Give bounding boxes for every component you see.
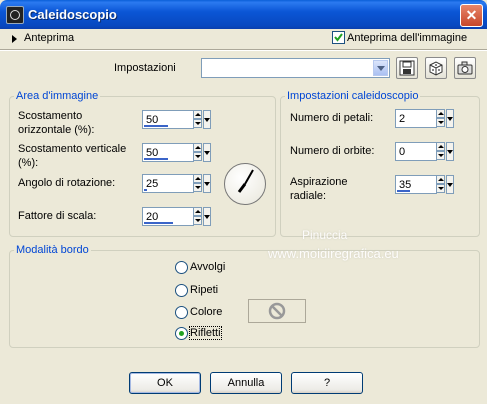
h-offset-label-line1: Scostamento (18, 110, 83, 122)
settings-label: Impostazioni (114, 62, 176, 74)
rotation-down-arrow-icon[interactable] (193, 183, 202, 192)
save-preset-button[interactable] (396, 57, 418, 79)
scale-spinner[interactable]: 20 (142, 207, 211, 226)
title-bar: Caleidoscopio ✕ (0, 0, 487, 29)
radio-avvolgi[interactable] (175, 261, 188, 274)
suction-label-line1: Aspirazione (290, 176, 348, 188)
suction-label-line2: radiale: (290, 190, 327, 202)
orbits-dropdown-icon[interactable] (446, 142, 454, 161)
scale-level-bar (144, 222, 173, 224)
preview-toggle-label[interactable]: Anteprima (24, 32, 74, 44)
watermark-line1: Pinuccia (302, 228, 348, 242)
suction-down-arrow-icon[interactable] (436, 184, 445, 193)
h-offset-dropdown-icon[interactable] (203, 110, 211, 129)
help-button[interactable]: ? (291, 372, 363, 394)
image-area-legend: Area d'immagine (16, 90, 99, 102)
border-mode-group: Modalità bordo (9, 244, 480, 348)
radio-rifletti[interactable] (175, 327, 188, 340)
dice-icon (429, 61, 443, 76)
v-offset-level-bar (144, 158, 168, 160)
radio-avvolgi-label[interactable]: Avvolgi (190, 261, 225, 273)
rotation-spinner[interactable]: 25 (142, 174, 211, 193)
no-color-icon (268, 302, 286, 320)
randomize-button[interactable] (425, 57, 447, 79)
suction-level-bar (397, 190, 410, 192)
h-offset-label-line2: orizzontale (%): (18, 124, 95, 136)
radio-colore[interactable] (175, 306, 188, 319)
rotation-up-arrow-icon[interactable] (193, 174, 202, 183)
border-mode-legend: Modalità bordo (16, 244, 89, 256)
orbits-spinner[interactable]: 0 (395, 142, 454, 161)
border-color-swatch[interactable] (248, 299, 306, 323)
petals-down-arrow-icon[interactable] (436, 118, 445, 127)
h-offset-level-bar (144, 125, 168, 127)
rotation-dial[interactable] (224, 163, 266, 205)
separator (0, 49, 487, 51)
checkmark-icon (334, 33, 343, 42)
petals-label: Numero di petali: (290, 112, 374, 124)
floppy-disk-icon (399, 60, 415, 76)
petals-spinner[interactable]: 2 (395, 109, 454, 128)
rotation-dropdown-icon[interactable] (203, 174, 211, 193)
window-title: Caleidoscopio (28, 7, 117, 22)
cancel-button[interactable]: Annulla (210, 372, 282, 394)
ok-button[interactable]: OK (129, 372, 201, 394)
petals-up-arrow-icon[interactable] (436, 109, 445, 118)
v-offset-up-arrow-icon[interactable] (193, 143, 202, 152)
scale-up-arrow-icon[interactable] (193, 207, 202, 216)
image-preview-checkbox[interactable] (332, 31, 345, 44)
radio-ripeti[interactable] (175, 284, 188, 297)
v-offset-dropdown-icon[interactable] (203, 143, 211, 162)
rotation-label: Angolo di rotazione: (18, 177, 116, 189)
scale-dropdown-icon[interactable] (203, 207, 211, 226)
rotation-level-bar (144, 189, 147, 191)
app-icon (6, 6, 24, 24)
expand-arrow-icon[interactable] (12, 35, 17, 43)
suction-up-arrow-icon[interactable] (436, 175, 445, 184)
orbits-down-arrow-icon[interactable] (436, 151, 445, 160)
v-offset-label-line1: Scostamento verticale (18, 143, 127, 155)
v-offset-down-arrow-icon[interactable] (193, 152, 202, 161)
settings-dropdown[interactable] (201, 58, 390, 78)
close-button[interactable]: ✕ (460, 4, 483, 27)
orbits-value: 0 (399, 146, 406, 158)
radio-rifletti-label[interactable]: Rifletti (189, 326, 222, 340)
load-preset-button[interactable] (454, 57, 476, 79)
scale-label: Fattore di scala: (18, 210, 97, 222)
dial-needle-icon (237, 169, 254, 193)
h-offset-up-arrow-icon[interactable] (193, 110, 202, 119)
chevron-down-icon[interactable] (373, 60, 388, 76)
image-preview-label[interactable]: Anteprima dell'immagine (347, 32, 467, 44)
kaleidoscope-settings-legend: Impostazioni caleidoscopio (287, 90, 419, 102)
scale-down-arrow-icon[interactable] (193, 216, 202, 225)
h-offset-spinner[interactable]: 50 (142, 110, 211, 129)
h-offset-down-arrow-icon[interactable] (193, 119, 202, 128)
radio-colore-label[interactable]: Colore (190, 306, 222, 318)
orbits-label: Numero di orbite: (290, 145, 375, 157)
suction-spinner[interactable]: 35 (395, 175, 454, 194)
petals-value: 2 (399, 113, 406, 125)
petals-dropdown-icon[interactable] (446, 109, 454, 128)
orbits-up-arrow-icon[interactable] (436, 142, 445, 151)
camera-icon (457, 61, 473, 75)
suction-dropdown-icon[interactable] (446, 175, 454, 194)
radio-ripeti-label[interactable]: Ripeti (190, 284, 218, 296)
rotation-value: 25 (146, 178, 159, 190)
v-offset-spinner[interactable]: 50 (142, 143, 211, 162)
v-offset-label-line2: (%): (18, 157, 39, 169)
